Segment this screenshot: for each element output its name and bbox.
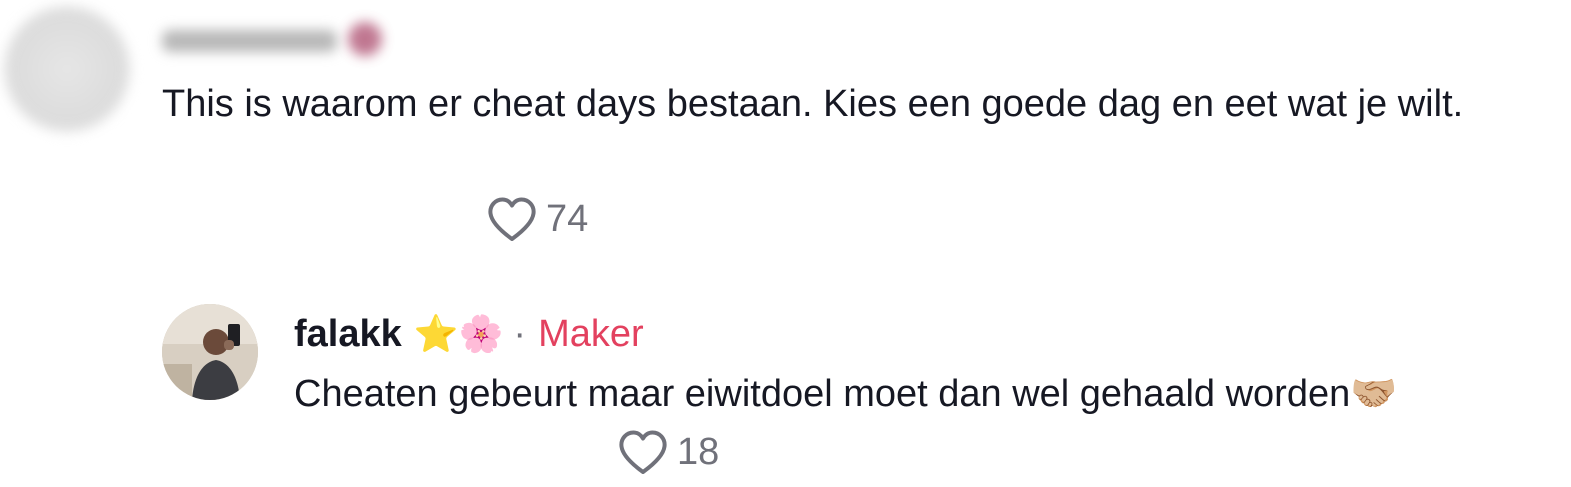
reply-header: falakk ⭐🌸 · Maker — [294, 308, 644, 360]
heart-outline-icon[interactable] — [486, 195, 538, 243]
blurred-name — [162, 30, 337, 52]
maker-badge: Maker — [538, 312, 644, 355]
separator-dot: · — [513, 312, 527, 355]
reply-like-button[interactable]: 18 — [617, 428, 719, 476]
reply-author-avatar[interactable] — [162, 304, 258, 400]
commenter-username-blurred[interactable] — [162, 22, 392, 62]
blurred-emoji — [348, 22, 382, 56]
reply-username-emojis: ⭐🌸 — [413, 313, 504, 354]
avatar-photo — [162, 304, 258, 400]
comment-like-button[interactable]: 74 — [486, 195, 588, 243]
reply-text: Cheaten gebeurt maar eiwitdoel moet dan … — [294, 373, 1398, 415]
reply-like-count: 18 — [677, 431, 720, 473]
comment-text: This is waarom er cheat days bestaan. Ki… — [162, 83, 1464, 125]
reply-username[interactable]: falakk — [294, 313, 402, 356]
commenter-avatar-blurred[interactable] — [4, 6, 130, 132]
heart-outline-icon[interactable] — [617, 428, 669, 476]
comment-thread: This is waarom er cheat days bestaan. Ki… — [0, 0, 1571, 487]
comment-like-count: 74 — [546, 198, 589, 240]
